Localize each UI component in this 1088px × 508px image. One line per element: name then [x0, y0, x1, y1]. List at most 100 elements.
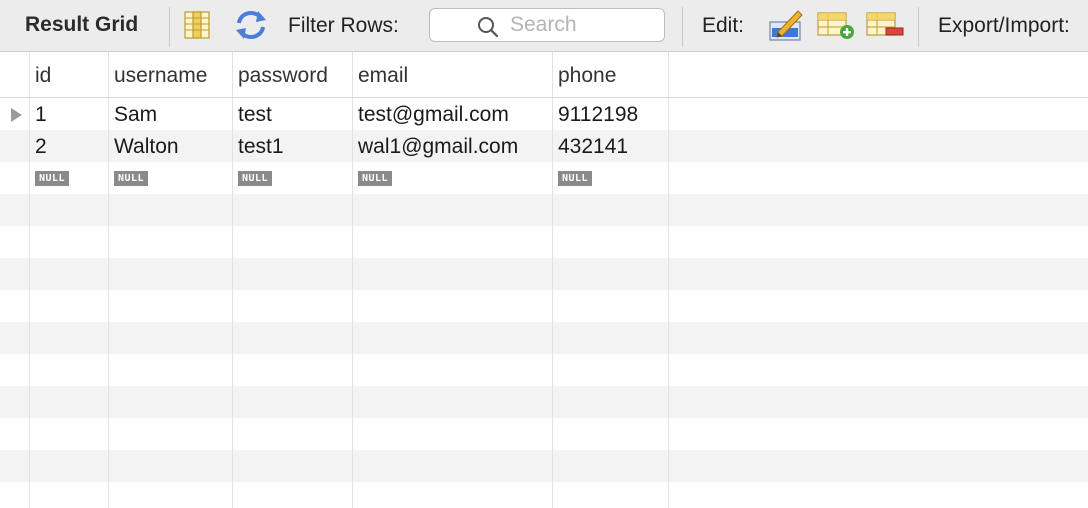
- empty-cell: [109, 258, 233, 290]
- row-pointer-icon: [10, 107, 22, 122]
- cell-username[interactable]: Sam: [109, 98, 233, 130]
- empty-row: [0, 226, 1088, 258]
- null-badge: NULL: [35, 171, 70, 186]
- row-gutter-header[interactable]: [0, 52, 30, 97]
- table-row[interactable]: 1 Sam test test@gmail.com 9112198: [0, 98, 1088, 130]
- filter-rows-search[interactable]: [429, 8, 665, 42]
- empty-cell: [30, 418, 109, 450]
- cell-password[interactable]: test: [233, 98, 353, 130]
- empty-cell: [669, 258, 1088, 290]
- cell-id-new[interactable]: NULL: [30, 162, 109, 194]
- empty-cell: [0, 386, 30, 418]
- empty-cell: [30, 386, 109, 418]
- empty-cell: [30, 226, 109, 258]
- empty-cell: [0, 290, 30, 322]
- empty-cell: [30, 194, 109, 226]
- empty-cell: [353, 386, 553, 418]
- column-header-id[interactable]: id: [30, 52, 109, 97]
- add-row-icon[interactable]: [817, 12, 855, 45]
- toolbar-divider: [169, 7, 170, 47]
- empty-row: [0, 258, 1088, 290]
- result-grid-toolbar: Result Grid Filter Rows: Edit:: [0, 0, 1088, 52]
- empty-cell: [233, 322, 353, 354]
- column-header-username[interactable]: username: [109, 52, 233, 97]
- empty-cell: [353, 418, 553, 450]
- empty-cell: [353, 226, 553, 258]
- empty-cell: [669, 194, 1088, 226]
- delete-row-icon[interactable]: [866, 12, 904, 45]
- empty-cell: [30, 322, 109, 354]
- empty-cell: [233, 482, 353, 508]
- row-selector[interactable]: [0, 130, 30, 162]
- row-selector[interactable]: [0, 162, 30, 194]
- cell-password[interactable]: test1: [233, 130, 353, 162]
- empty-cell: [109, 290, 233, 322]
- null-badge: NULL: [358, 171, 393, 186]
- search-input[interactable]: [510, 13, 650, 37]
- empty-cell: [233, 194, 353, 226]
- export-import-label: Export/Import:: [938, 14, 1070, 37]
- empty-cell: [233, 418, 353, 450]
- result-grid: id username password email phone 1 Sam t…: [0, 52, 1088, 508]
- null-badge: NULL: [114, 171, 149, 186]
- null-badge: NULL: [558, 171, 593, 186]
- empty-cell: [553, 482, 669, 508]
- empty-cell: [0, 482, 30, 508]
- empty-cell: [669, 450, 1088, 482]
- column-toggle-icon[interactable]: [184, 11, 210, 44]
- edit-pencil-icon[interactable]: [768, 8, 804, 47]
- column-header-phone[interactable]: phone: [553, 52, 669, 97]
- cell-username[interactable]: Walton: [109, 130, 233, 162]
- cell-id[interactable]: 2: [30, 130, 109, 162]
- row-selector[interactable]: [0, 98, 30, 130]
- empty-cell: [233, 258, 353, 290]
- search-icon: [477, 16, 499, 43]
- empty-cell: [233, 290, 353, 322]
- empty-row: [0, 386, 1088, 418]
- empty-cell: [669, 226, 1088, 258]
- table-row[interactable]: 2 Walton test1 wal1@gmail.com 432141: [0, 130, 1088, 162]
- empty-cell: [0, 354, 30, 386]
- empty-cell: [669, 322, 1088, 354]
- edit-label: Edit:: [702, 14, 745, 37]
- column-header-email[interactable]: email: [353, 52, 553, 97]
- empty-row: [0, 322, 1088, 354]
- empty-cell: [0, 194, 30, 226]
- cell-username-new[interactable]: NULL: [109, 162, 233, 194]
- result-grid-title: Result Grid: [25, 13, 139, 36]
- cell-phone[interactable]: 9112198: [553, 98, 669, 130]
- empty-cell: [30, 450, 109, 482]
- empty-cell: [353, 482, 553, 508]
- empty-cell: [353, 194, 553, 226]
- cell-phone-new[interactable]: NULL: [553, 162, 669, 194]
- empty-cell: [669, 386, 1088, 418]
- cell-email-new[interactable]: NULL: [353, 162, 553, 194]
- empty-cell: [109, 226, 233, 258]
- empty-cell: [0, 418, 30, 450]
- cell-email[interactable]: wal1@gmail.com: [353, 130, 553, 162]
- cell-id[interactable]: 1: [30, 98, 109, 130]
- empty-cell: [353, 322, 553, 354]
- row-filler: [669, 130, 1088, 162]
- empty-cell: [233, 354, 353, 386]
- cell-password-new[interactable]: NULL: [233, 162, 353, 194]
- empty-cell: [553, 450, 669, 482]
- cell-email[interactable]: test@gmail.com: [353, 98, 553, 130]
- empty-cell: [109, 418, 233, 450]
- cell-phone[interactable]: 432141: [553, 130, 669, 162]
- column-header-password[interactable]: password: [233, 52, 353, 97]
- empty-cell: [30, 354, 109, 386]
- empty-cell: [669, 418, 1088, 450]
- new-row[interactable]: NULL NULL NULL NULL NULL: [0, 162, 1088, 194]
- refresh-icon[interactable]: [234, 9, 268, 46]
- empty-cell: [30, 258, 109, 290]
- empty-row: [0, 290, 1088, 322]
- filter-rows-label: Filter Rows:: [288, 14, 399, 37]
- empty-row: [0, 354, 1088, 386]
- empty-row: [0, 194, 1088, 226]
- row-filler: [669, 162, 1088, 194]
- empty-cell: [669, 354, 1088, 386]
- empty-cell: [553, 258, 669, 290]
- empty-cell: [233, 386, 353, 418]
- empty-row: [0, 418, 1088, 450]
